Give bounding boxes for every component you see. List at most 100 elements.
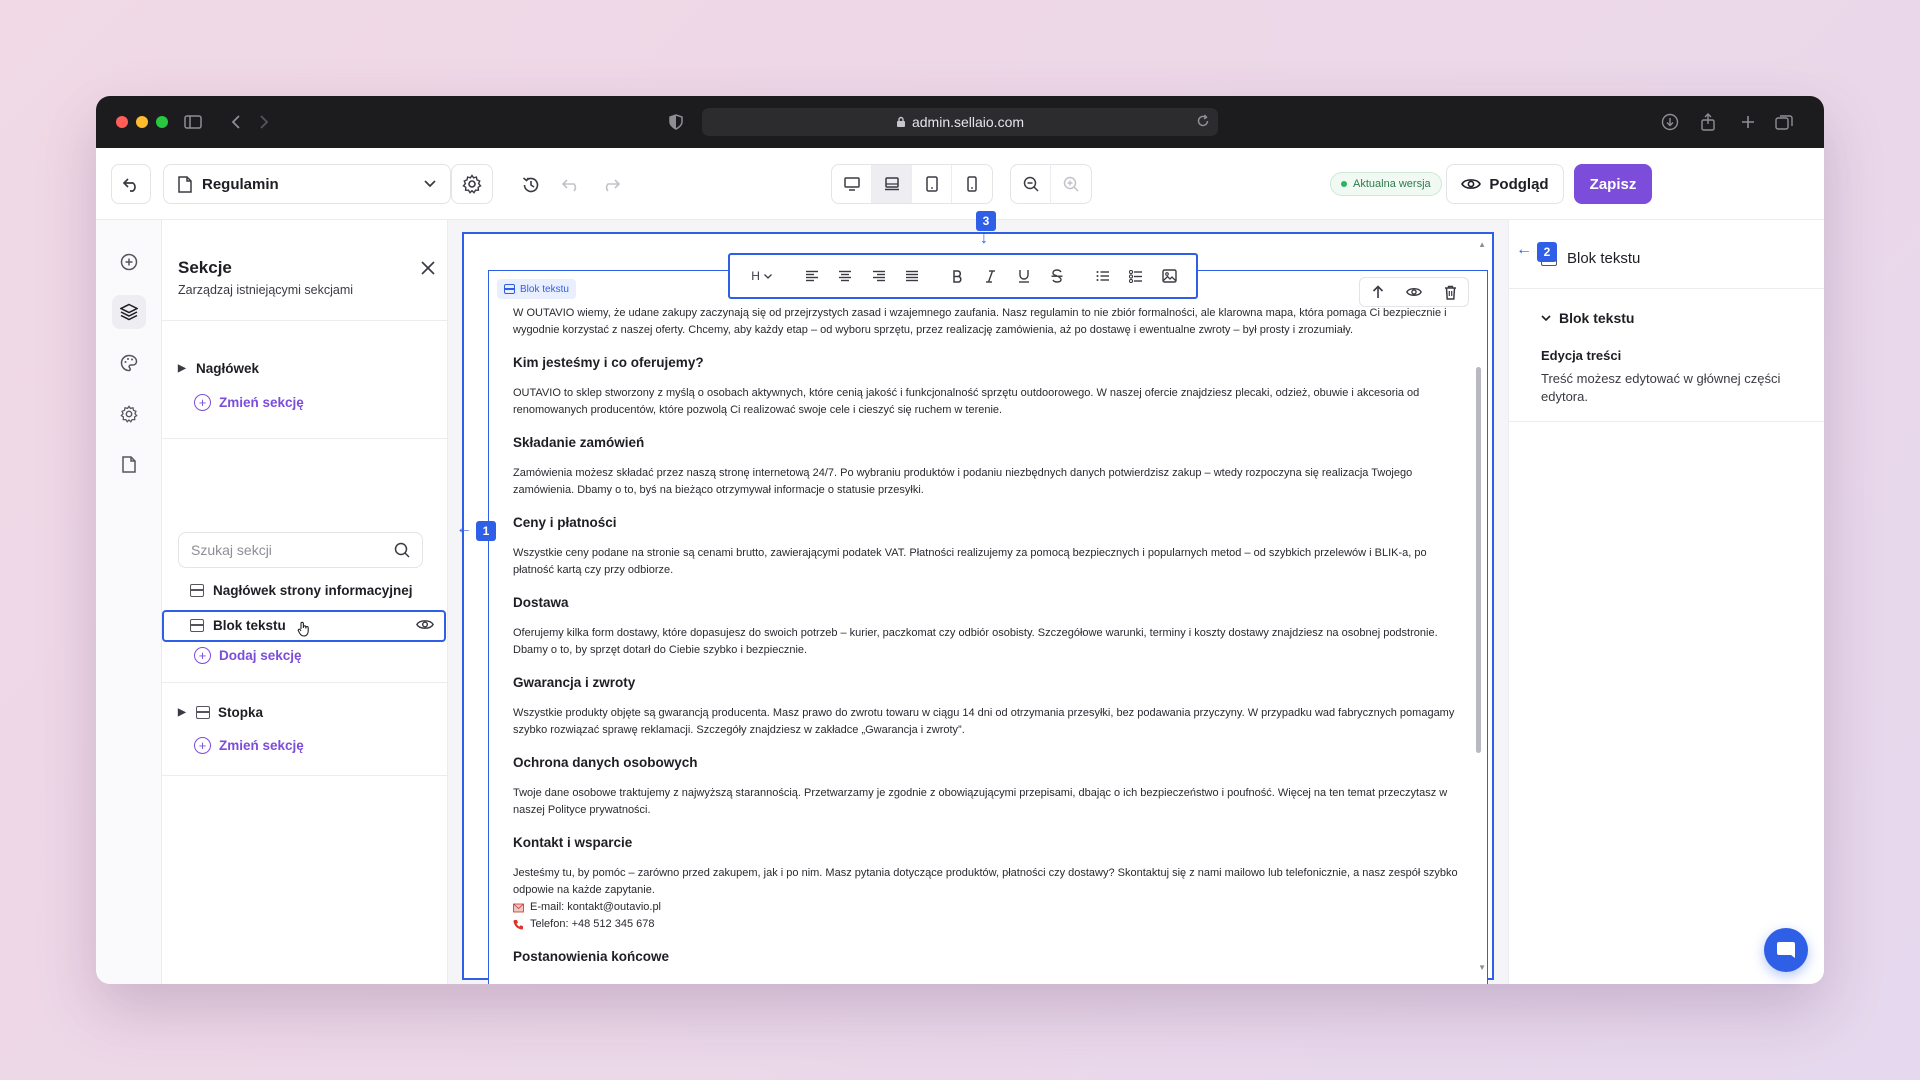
settings-button[interactable] [112, 397, 146, 431]
block-tag: Blok tekstu [497, 279, 576, 299]
content-paragraph: OUTAVIO to sklep stworzony z myślą o oso… [513, 387, 1420, 416]
inspector-section-toggle[interactable]: Blok tekstu [1541, 310, 1634, 326]
phone-text: Telefon: +48 512 345 678 [530, 918, 655, 930]
content-paragraph: Oferujemy kilka form dostawy, które dopa… [513, 627, 1438, 656]
align-justify-button[interactable] [895, 261, 928, 291]
arrow-down-icon: ↓ [980, 230, 988, 247]
back-icon[interactable] [226, 112, 246, 132]
visibility-toggle[interactable] [416, 618, 434, 636]
scroll-down-arrow-icon[interactable]: ▼ [1478, 963, 1486, 972]
document-icon [122, 455, 136, 473]
redo-button[interactable] [600, 174, 622, 196]
block-actions [1359, 277, 1469, 307]
align-left-button[interactable] [795, 261, 828, 291]
content-heading: Dostawa [513, 595, 569, 610]
history-button[interactable] [520, 174, 542, 196]
url-bar[interactable]: admin.sellaio.com [702, 108, 1218, 136]
new-tab-icon[interactable] [1738, 112, 1758, 132]
zoom-out-icon [1023, 176, 1039, 192]
section-item-info-header[interactable]: Nagłówek strony informacyjnej [190, 583, 413, 598]
exit-editor-button[interactable] [111, 164, 151, 204]
reload-icon[interactable] [1196, 114, 1210, 131]
gear-icon [462, 174, 482, 194]
header-group-toggle[interactable]: ▶ Nagłówek [178, 361, 259, 376]
bold-button[interactable] [940, 261, 973, 291]
change-header-section-link[interactable]: + Zmień sekcję [194, 394, 304, 411]
sections-panel-title: Sekcje [178, 258, 232, 277]
close-panel-button[interactable] [418, 258, 438, 278]
bullet-list-icon [1128, 269, 1142, 283]
tab-overview-icon[interactable] [1774, 112, 1794, 132]
zoom-out-button[interactable] [1011, 165, 1051, 203]
privacy-shield-icon[interactable] [666, 112, 686, 132]
sidebar-toggle-icon[interactable] [183, 112, 203, 132]
inspector-panel: Blok tekstu Blok tekstu Edycja treści Tr… [1508, 220, 1824, 984]
strikethrough-button[interactable] [1041, 261, 1074, 291]
divider [1509, 288, 1824, 289]
editor-canvas: ▲ Blok tekstu W OUTAVIO wiemy, że udane … [448, 220, 1508, 984]
undo-button[interactable] [560, 174, 582, 196]
change-footer-section-link[interactable]: + Zmień sekcję [194, 737, 304, 754]
email-line: E-mail: kontakt@outavio.pl [513, 899, 1461, 916]
content-paragraph: Wszystkie produkty objęte są gwarancją p… [513, 707, 1455, 736]
envelope-icon [513, 903, 524, 913]
chat-support-button[interactable] [1764, 928, 1808, 972]
download-icon[interactable] [1660, 112, 1680, 132]
share-icon[interactable] [1698, 112, 1718, 132]
list-icon [1096, 271, 1109, 281]
add-element-button[interactable] [112, 245, 146, 279]
page-settings-button[interactable] [451, 164, 493, 204]
save-button[interactable]: Zapisz [1574, 164, 1652, 204]
text-block-frame[interactable]: Blok tekstu W OUTAVIO wiemy, że udane za… [488, 270, 1488, 984]
minimize-window-button[interactable] [136, 116, 148, 128]
divider [162, 682, 448, 683]
content-heading: Ochrona danych osobowych [513, 755, 698, 770]
phone-line: Telefon: +48 512 345 678 [513, 916, 1461, 933]
strikethrough-icon [1051, 269, 1063, 283]
pages-button[interactable] [112, 447, 146, 481]
toggle-visibility-button[interactable] [1396, 278, 1432, 306]
eye-icon [416, 620, 434, 629]
italic-button[interactable] [974, 261, 1007, 291]
browser-bar: admin.sellaio.com [96, 96, 1824, 148]
heading-dropdown[interactable]: H [740, 261, 783, 291]
version-status-label: Aktualna wersja [1353, 178, 1431, 190]
ordered-list-button[interactable] [1086, 261, 1119, 291]
zoom-in-button[interactable] [1051, 165, 1091, 203]
tablet-icon [925, 176, 938, 192]
sections-panel: Sekcje Zarządzaj istniejącymi sekcjami ▶… [162, 220, 448, 984]
scroll-up-arrow-icon[interactable]: ▲ [1478, 240, 1486, 249]
footer-icon [196, 706, 210, 719]
forward-icon[interactable] [254, 112, 274, 132]
layers-icon [120, 303, 138, 321]
page-selector[interactable]: Regulamin [163, 164, 451, 204]
delete-block-button[interactable] [1432, 278, 1468, 306]
mobile-view-button[interactable] [952, 165, 992, 203]
move-up-button[interactable] [1360, 278, 1396, 306]
align-center-button[interactable] [828, 261, 861, 291]
tablet-view-button[interactable] [912, 165, 952, 203]
footer-group-toggle[interactable]: ▶ Stopka [178, 705, 263, 720]
redo-icon [605, 179, 620, 192]
arrow-left-icon: ← [456, 520, 472, 537]
preview-button[interactable]: Podgląd [1446, 164, 1564, 204]
underline-button[interactable] [1007, 261, 1040, 291]
desktop-view-button[interactable] [832, 165, 872, 203]
theme-button[interactable] [112, 346, 146, 380]
section-search-input[interactable]: Szukaj sekcji [178, 532, 423, 568]
insert-image-button[interactable] [1153, 261, 1186, 291]
maximize-window-button[interactable] [156, 116, 168, 128]
laptop-view-button[interactable] [872, 165, 912, 203]
close-window-button[interactable] [116, 116, 128, 128]
underline-icon [1018, 270, 1029, 283]
sections-layers-button[interactable] [112, 295, 146, 329]
add-section-link[interactable]: + Dodaj sekcję [194, 647, 302, 664]
plus-circle-icon: + [194, 737, 211, 754]
content-scrollbar[interactable] [1476, 367, 1481, 753]
text-block-content[interactable]: W OUTAVIO wiemy, że udane zakupy zaczyna… [513, 305, 1461, 979]
eye-icon [1461, 179, 1482, 189]
laptop-icon [884, 177, 899, 191]
align-right-button[interactable] [862, 261, 895, 291]
document-icon [178, 175, 192, 193]
bullet-list-button[interactable] [1119, 261, 1152, 291]
